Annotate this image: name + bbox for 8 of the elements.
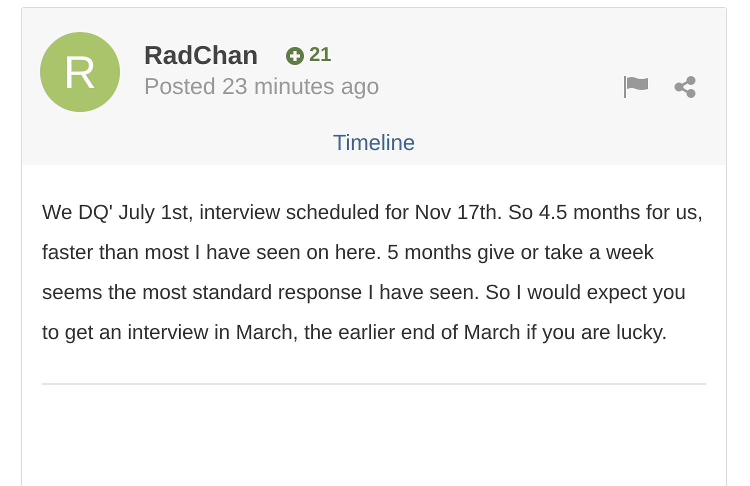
post-text: We DQ' July 1st, interview scheduled for Nov 17th. So 4.5 months for us, faster than most I have seen on here. 5 months give or take a week seems the most standard response I have seen. So I would expect you to get an interview in March, the earlier end of March if you are lucky. <box>42 200 704 346</box>
author-name[interactable]: RadChan <box>144 40 258 71</box>
flag-icon[interactable] <box>624 76 648 98</box>
reputation-count: 21 <box>309 44 332 67</box>
plus-icon <box>286 46 304 64</box>
post-time: Posted 23 minutes ago <box>144 73 380 100</box>
timeline-link[interactable]: Timeline <box>332 130 416 155</box>
share-icon[interactable] <box>674 76 696 98</box>
